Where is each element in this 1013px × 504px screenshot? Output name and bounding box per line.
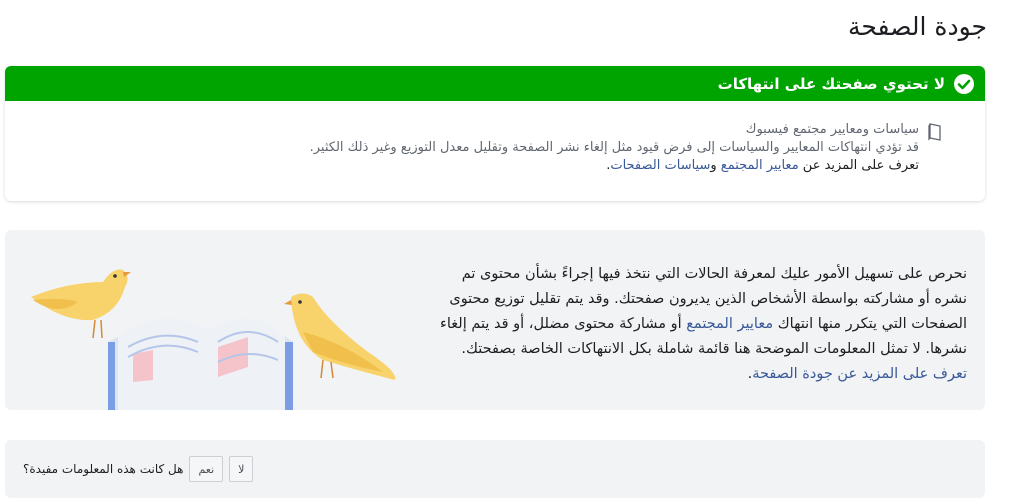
page-title: جودة الصفحة (848, 12, 987, 41)
policy-learn-more: تعرف على المزيد عن معايير المجتمع وسياسا… (25, 157, 919, 175)
status-card: لا تحتوي صفحتك على انتهاكات سياسات ومعاي… (5, 66, 985, 201)
feedback-yes-button[interactable]: نعم (189, 456, 224, 482)
pages-policies-link[interactable]: سياسات الصفحات (610, 158, 710, 173)
feedback-card: هل كانت هذه المعلومات مفيدة؟ نعم لا (5, 440, 985, 498)
info-card: نحرص على تسهيل الأمور عليك لمعرفة الحالا… (5, 230, 985, 410)
feedback-no-button[interactable]: لا (229, 456, 254, 482)
status-banner: لا تحتوي صفحتك على انتهاكات (5, 66, 985, 101)
policy-section: سياسات ومعايير مجتمع فيسبوك قد تؤدي انته… (5, 101, 985, 175)
and-word: و (710, 158, 721, 173)
policy-description: قد تؤدي انتهاكات المعايير والسياسات إلى … (309, 140, 919, 155)
birds-book-illustration (31, 269, 396, 410)
page-quality-learn-more-link[interactable]: تعرف على المزيد عن جودة الصفحة (752, 366, 967, 382)
policy-heading: سياسات ومعايير مجتمع فيسبوك (745, 122, 919, 137)
info-text: نحرص على تسهيل الأمور عليك لمعرفة الحالا… (427, 262, 967, 387)
status-text: لا تحتوي صفحتك على انتهاكات (717, 74, 945, 93)
check-circle-icon (954, 73, 974, 94)
feedback-question: هل كانت هذه المعلومات مفيدة؟ (23, 462, 184, 476)
info-community-standards-link[interactable]: معايير المجتمع (686, 316, 773, 332)
book-icon (928, 123, 941, 141)
learn-more-prefix: تعرف على المزيد عن (798, 158, 919, 173)
community-standards-link[interactable]: معايير المجتمع (721, 158, 799, 173)
